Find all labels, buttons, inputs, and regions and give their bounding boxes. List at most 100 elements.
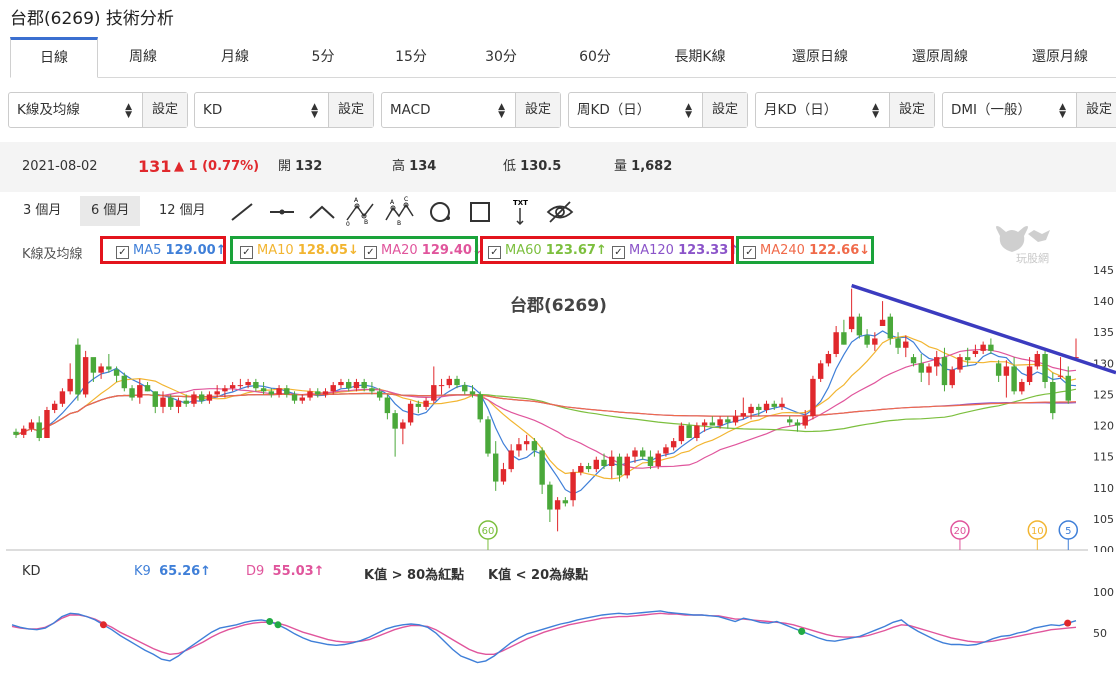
range-6-months[interactable]: 6 個月 — [80, 196, 141, 226]
candle-body — [137, 385, 143, 398]
candle — [616, 453, 623, 482]
dmi-select[interactable]: DMI（一般） ▲ ▼ — [943, 93, 1076, 127]
candle — [678, 422, 685, 445]
candle-body — [268, 391, 275, 395]
abc-wave-icon[interactable]: A B 0 — [344, 196, 376, 228]
candle-body — [51, 403, 58, 410]
y-tick-label: 145 — [1093, 264, 1114, 277]
tab-5min[interactable]: 5分 — [278, 37, 368, 77]
rectangle-tool-icon[interactable] — [464, 196, 496, 228]
candle — [841, 319, 847, 345]
abcd-wave-icon[interactable]: A C B — [384, 196, 416, 228]
candle — [1065, 366, 1071, 404]
candle — [779, 397, 785, 410]
candle — [477, 391, 483, 423]
range-12-months[interactable]: 12 個月 — [148, 196, 217, 226]
candle-body — [291, 394, 298, 401]
candle-body — [841, 332, 847, 345]
candle — [400, 419, 406, 445]
kd-select[interactable]: KD ▲ ▼ — [195, 93, 328, 127]
candle-body — [732, 416, 739, 423]
draw-line-icon[interactable] — [226, 196, 258, 228]
down-arrow-icon: ▼ — [125, 110, 132, 120]
tab-monthly[interactable]: 月線 — [190, 37, 280, 77]
candle-body — [964, 357, 971, 361]
tab-weekly[interactable]: 周線 — [98, 37, 188, 77]
horizontal-line-icon[interactable] — [266, 196, 298, 228]
candle-body — [810, 378, 816, 417]
circle-tool-icon[interactable] — [424, 196, 456, 228]
candle — [106, 354, 112, 373]
tab-adjusted-daily[interactable]: 還原日線 — [770, 37, 870, 77]
y-tick-label: 140 — [1093, 295, 1114, 308]
candle-body — [640, 450, 646, 457]
candle-body — [879, 319, 886, 326]
range-3-months[interactable]: 3 個月 — [12, 196, 72, 226]
candle-body — [570, 472, 576, 501]
candle-body — [152, 391, 158, 407]
candle — [585, 462, 592, 473]
weekly-kd-settings-button[interactable]: 設定 — [702, 93, 747, 127]
candle — [485, 416, 491, 457]
candle-body — [21, 428, 27, 435]
angle-line-icon[interactable] — [306, 196, 338, 228]
kline-select[interactable]: K線及均線 ▲ ▼ — [9, 93, 142, 127]
candle — [51, 400, 58, 414]
candle-body — [260, 388, 267, 392]
svg-text:B: B — [364, 219, 368, 226]
macd-settings-button[interactable]: 設定 — [515, 93, 560, 127]
candle-body — [848, 316, 855, 330]
marker-label: 10 — [1031, 526, 1044, 537]
kd-d-legend: D9 55.03↑ — [246, 564, 325, 579]
tab-15min[interactable]: 15分 — [366, 37, 456, 77]
candle-body — [701, 422, 708, 426]
candle — [570, 469, 576, 507]
candle-body — [253, 382, 259, 389]
select-group-monthly-kd: 月KD（日） ▲ ▼ 設定 — [755, 92, 935, 128]
candle-body — [864, 335, 870, 345]
kd-settings-button[interactable]: 設定 — [328, 93, 373, 127]
d9-line — [11, 612, 1077, 656]
macd-select[interactable]: MACD ▲ ▼ — [382, 93, 515, 127]
candle-body — [709, 422, 716, 426]
monthly-kd-select[interactable]: 月KD（日） ▲ ▼ — [756, 93, 889, 127]
select-group-kline: K線及均線 ▲ ▼ 設定 — [8, 92, 188, 128]
quote-price: 131 — [138, 157, 172, 176]
tab-long-term[interactable]: 長期K線 — [650, 37, 750, 77]
text-tool-icon[interactable]: TXT — [504, 196, 536, 228]
candle-body — [330, 385, 336, 392]
candle-body — [748, 406, 754, 414]
candle-body — [578, 466, 584, 473]
candle — [446, 375, 452, 389]
candle-body — [90, 357, 97, 373]
tab-adjusted-monthly[interactable]: 還原月線 — [1010, 37, 1110, 77]
tab-daily[interactable]: 日線 — [10, 37, 98, 78]
candle-body — [539, 450, 545, 485]
candle — [253, 378, 259, 392]
dmi-settings-button[interactable]: 設定 — [1076, 93, 1116, 127]
wantgoo-logo: 玩股網 — [996, 226, 1050, 264]
tab-adjusted-weekly[interactable]: 還原周線 — [890, 37, 990, 77]
ma-period-marker: 20 — [950, 520, 970, 550]
candle-body — [1034, 354, 1041, 367]
kd-chart: 50 100 — [11, 586, 1114, 664]
kline-settings-button[interactable]: 設定 — [142, 93, 187, 127]
monthly-kd-settings-button[interactable]: 設定 — [889, 93, 934, 127]
candle — [152, 391, 158, 414]
weekly-kd-select[interactable]: 周KD（日） ▲ ▼ — [569, 93, 702, 127]
tab-60min[interactable]: 60分 — [550, 37, 640, 77]
open-value: 132 — [295, 159, 323, 174]
candle-body — [82, 357, 89, 395]
candle-body — [872, 338, 878, 345]
candle-body — [918, 363, 924, 373]
candle — [284, 385, 290, 398]
candle-body — [369, 388, 375, 392]
candle-body — [825, 354, 832, 364]
tab-30min[interactable]: 30分 — [456, 37, 546, 77]
candle — [609, 450, 615, 479]
candle-body — [1050, 382, 1056, 414]
candle-body — [616, 456, 623, 476]
candle-body — [13, 431, 19, 435]
hide-drawings-icon[interactable] — [544, 196, 576, 228]
candle-body — [307, 391, 313, 398]
